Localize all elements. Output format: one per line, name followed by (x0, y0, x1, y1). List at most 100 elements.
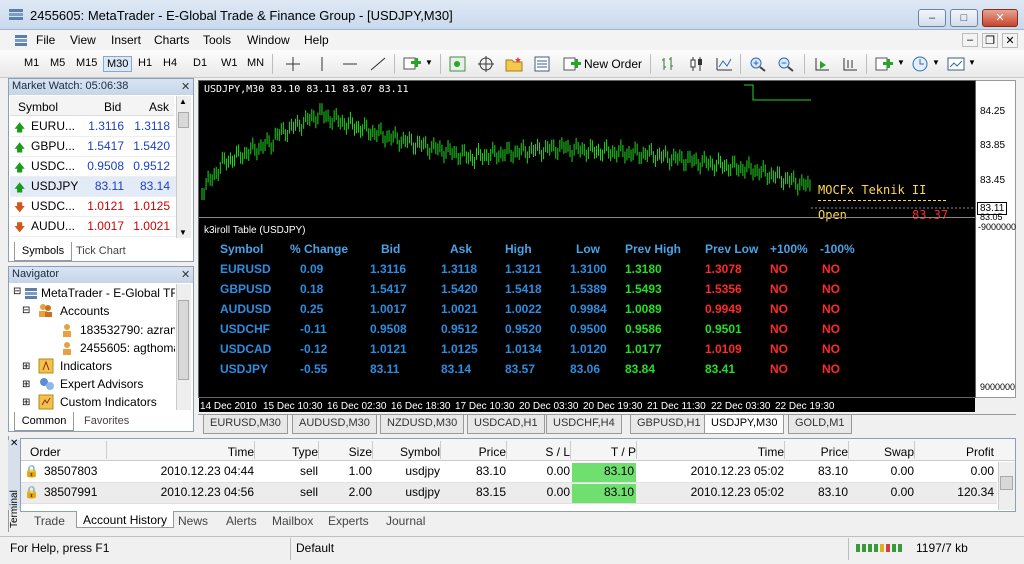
dropdown-arrow-icon[interactable]: ▼ (968, 58, 976, 67)
timeframe-h4[interactable]: H4 (163, 57, 177, 69)
expand-icon[interactable]: ⊞ (22, 361, 30, 372)
templates-icon[interactable] (946, 55, 966, 73)
chart-tab[interactable]: USDCHF,H4 (546, 415, 622, 434)
terminal-column-header[interactable]: Price (442, 445, 506, 459)
terminal-tab[interactable]: Alerts (226, 514, 257, 531)
collapse-icon[interactable]: ⊟ (22, 305, 30, 316)
chart-tab[interactable]: EURUSD,M30 (203, 415, 288, 434)
scrollbar-thumb[interactable] (1000, 476, 1013, 490)
collapse-icon[interactable]: ⊟ (13, 286, 21, 297)
menu-window[interactable]: Window (247, 33, 290, 47)
periods-clock-icon[interactable] (910, 55, 930, 73)
close-icon[interactable]: ✕ (181, 268, 190, 281)
dropdown-arrow-icon[interactable]: ▼ (425, 58, 433, 67)
timeframe-mn[interactable]: MN (247, 57, 264, 69)
menu-help[interactable]: Help (304, 33, 329, 47)
scrollbar-thumb[interactable] (178, 112, 189, 128)
terminal-column-header[interactable]: S / L (508, 445, 570, 459)
navigator-item-accounts[interactable]: Accounts (60, 304, 109, 318)
doc-restore-button[interactable]: ❐ (982, 33, 998, 48)
timeframe-m1[interactable]: M1 (24, 57, 39, 69)
chart-tab[interactable]: AUDUSD,M30 (292, 415, 377, 434)
new-order-button[interactable]: New Order (584, 57, 642, 71)
terminal-column-header[interactable]: Time (108, 445, 254, 459)
new-chart-icon[interactable] (402, 55, 422, 73)
timeframe-w1[interactable]: W1 (221, 57, 238, 69)
navigator-icon[interactable] (476, 55, 496, 73)
chart-tab[interactable]: USDCAD,H1 (467, 415, 545, 434)
navigator-item-account-2455605[interactable]: 2455605: agthoma (80, 341, 175, 355)
navigator-item-indicators[interactable]: Indicators (60, 359, 112, 373)
terminal-column-header[interactable]: Order (26, 445, 106, 459)
vertical-line-icon[interactable] (312, 55, 332, 73)
menu-tools[interactable]: Tools (203, 33, 231, 47)
folder-star-icon[interactable] (504, 55, 524, 73)
terminal-column-header[interactable]: Size (320, 445, 372, 459)
scroll-down-icon[interactable]: ▼ (179, 228, 187, 237)
terminal-icon[interactable] (532, 55, 552, 73)
minimize-button[interactable]: – (918, 9, 946, 27)
terminal-column-header[interactable]: Price (786, 445, 848, 459)
timeframe-d1[interactable]: D1 (193, 57, 207, 69)
navigator-item-expert-advisors[interactable]: Expert Advisors (60, 377, 143, 391)
zoom-out-icon[interactable] (776, 55, 796, 73)
maximize-button[interactable]: □ (950, 9, 978, 27)
line-chart-icon[interactable] (714, 55, 734, 73)
doc-close-button[interactable]: ✕ (1002, 33, 1018, 48)
chart-tab[interactable]: GOLD,M1 (788, 415, 852, 434)
close-window-button[interactable]: ✕ (982, 9, 1018, 27)
tab-symbols[interactable]: Symbols (14, 242, 72, 261)
candlestick-icon[interactable] (686, 55, 706, 73)
bar-chart-icon[interactable] (658, 55, 678, 73)
chart-tab[interactable]: NZDUSD,M30 (380, 415, 465, 434)
crosshair-icon[interactable] (283, 55, 303, 73)
horizontal-line-icon[interactable] (340, 55, 360, 73)
trendline-icon[interactable] (368, 55, 388, 73)
terminal-column-header[interactable]: Symbol (374, 445, 440, 459)
terminal-tab[interactable]: News (178, 514, 208, 531)
indicators-add-icon[interactable] (874, 55, 894, 73)
zoom-in-icon[interactable] (748, 55, 768, 73)
scroll-up-icon[interactable]: ▲ (179, 97, 187, 106)
terminal-tab[interactable]: Mailbox (272, 514, 313, 531)
chart-shift-icon[interactable] (840, 55, 860, 73)
timeframe-h1[interactable]: H1 (138, 57, 152, 69)
column-header-ask[interactable]: Ask (149, 100, 169, 114)
column-header-symbol[interactable]: Symbol (18, 100, 58, 114)
tab-common[interactable]: Common (14, 412, 74, 431)
navigator-item-custom-indicators[interactable]: Custom Indicators (60, 395, 157, 409)
terminal-column-header[interactable]: T / P (572, 445, 636, 459)
dropdown-arrow-icon[interactable]: ▼ (897, 58, 905, 67)
navigator-item-account-183532790[interactable]: 183532790: azran a (80, 323, 175, 337)
navigator-item-root[interactable]: MetaTrader - E-Global TF (41, 286, 175, 300)
close-icon[interactable]: ✕ (181, 80, 190, 93)
tab-tick-chart[interactable]: Tick Chart (76, 245, 126, 257)
expand-icon[interactable]: ⊞ (22, 379, 30, 390)
terminal-tab[interactable]: Trade (34, 514, 65, 531)
timeframe-m15[interactable]: M15 (76, 57, 97, 69)
column-header-bid[interactable]: Bid (104, 100, 121, 114)
doc-minimize-button[interactable]: – (962, 33, 978, 47)
dropdown-arrow-icon[interactable]: ▼ (932, 58, 940, 67)
menu-view[interactable]: View (70, 33, 96, 47)
close-icon[interactable]: ✕ (10, 438, 18, 449)
scrollbar-thumb[interactable] (178, 300, 189, 380)
expand-icon[interactable]: ⊞ (22, 397, 30, 408)
terminal-column-header[interactable]: Type (256, 445, 318, 459)
chart-tab[interactable]: USDJPY,M30 (704, 415, 785, 434)
terminal-column-header[interactable]: Profit (916, 445, 994, 459)
menu-charts[interactable]: Charts (154, 33, 189, 47)
menu-insert[interactable]: Insert (111, 33, 141, 47)
profiles-icon[interactable] (448, 55, 468, 73)
terminal-tab[interactable]: Account History (76, 511, 175, 528)
terminal-tab[interactable]: Journal (386, 514, 425, 531)
auto-scroll-icon[interactable] (812, 55, 832, 73)
terminal-tab[interactable]: Experts (328, 514, 369, 531)
timeframe-m5[interactable]: M5 (50, 57, 65, 69)
terminal-column-header[interactable]: Time (638, 445, 784, 459)
tab-favorites[interactable]: Favorites (84, 415, 129, 427)
menu-file[interactable]: File (36, 33, 55, 47)
chart-tab[interactable]: GBPUSD,H1 (630, 415, 708, 434)
terminal-column-header[interactable]: Swap (850, 445, 914, 459)
timeframe-m30[interactable]: M30 (103, 56, 133, 72)
